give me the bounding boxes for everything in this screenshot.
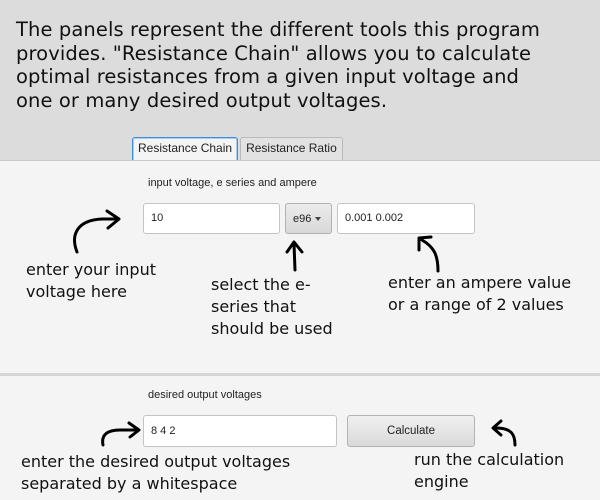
calculate-button[interactable]: Calculate: [347, 415, 475, 447]
hint-line: enter your input: [26, 260, 156, 279]
curved-arrow-left-icon: [491, 419, 517, 447]
intro-text: The panels represent the different tools…: [16, 18, 586, 112]
hint-line: enter the desired output voltages: [21, 452, 291, 471]
hint-calculate: run the calculation engine: [414, 449, 564, 493]
hint-output-voltages: enter the desired output voltages separa…: [21, 451, 290, 495]
hint-line: series that: [211, 297, 296, 316]
input-voltage-field[interactable]: 10: [143, 203, 280, 234]
tab-resistance-chain[interactable]: Resistance Chain: [132, 137, 239, 161]
hint-line: should be used: [211, 319, 333, 338]
hint-line: select the e-: [211, 275, 311, 294]
arrow-up-icon: [285, 240, 304, 272]
eseries-select[interactable]: e96: [285, 203, 332, 234]
intro-header: The panels represent the different tools…: [0, 0, 600, 160]
eseries-selected-value: e96: [293, 212, 312, 225]
hint-line: separated by a whitespace: [21, 474, 238, 493]
curved-arrow-right-icon: [101, 421, 141, 447]
intro-line: optimal resistances from a given input v…: [16, 65, 520, 88]
hint-input-voltage: enter your input voltage here: [26, 259, 156, 303]
hint-eseries: select the e- series that should be used: [211, 274, 333, 340]
hint-line: or a range of 2 values: [388, 295, 564, 314]
tab-resistance-ratio[interactable]: Resistance Ratio: [240, 137, 343, 160]
intro-line: one or many desired output voltages.: [16, 88, 388, 112]
hint-ampere: enter an ampere value or a range of 2 va…: [388, 272, 571, 316]
ampere-field[interactable]: 0.001 0.002: [337, 203, 475, 234]
curved-arrow-up-left-icon: [417, 235, 440, 273]
output-panel-label: desired output voltages: [148, 389, 262, 401]
tab-bar: Resistance Chain Resistance Ratio: [132, 137, 345, 161]
output-voltages-field[interactable]: 8 4 2: [143, 415, 337, 447]
hint-line: enter an ampere value: [388, 273, 572, 292]
hint-line: run the calculation: [414, 450, 565, 469]
intro-line: The panels represent the different tools…: [16, 18, 540, 41]
intro-line: provides. "Resistance Chain" allows you …: [16, 41, 532, 65]
hint-line: engine: [414, 472, 469, 491]
input-panel-label: input voltage, e series and ampere: [148, 177, 317, 189]
hint-line: voltage here: [26, 282, 127, 301]
curved-arrow-right-icon: [73, 209, 121, 254]
chevron-down-icon: [315, 216, 322, 221]
